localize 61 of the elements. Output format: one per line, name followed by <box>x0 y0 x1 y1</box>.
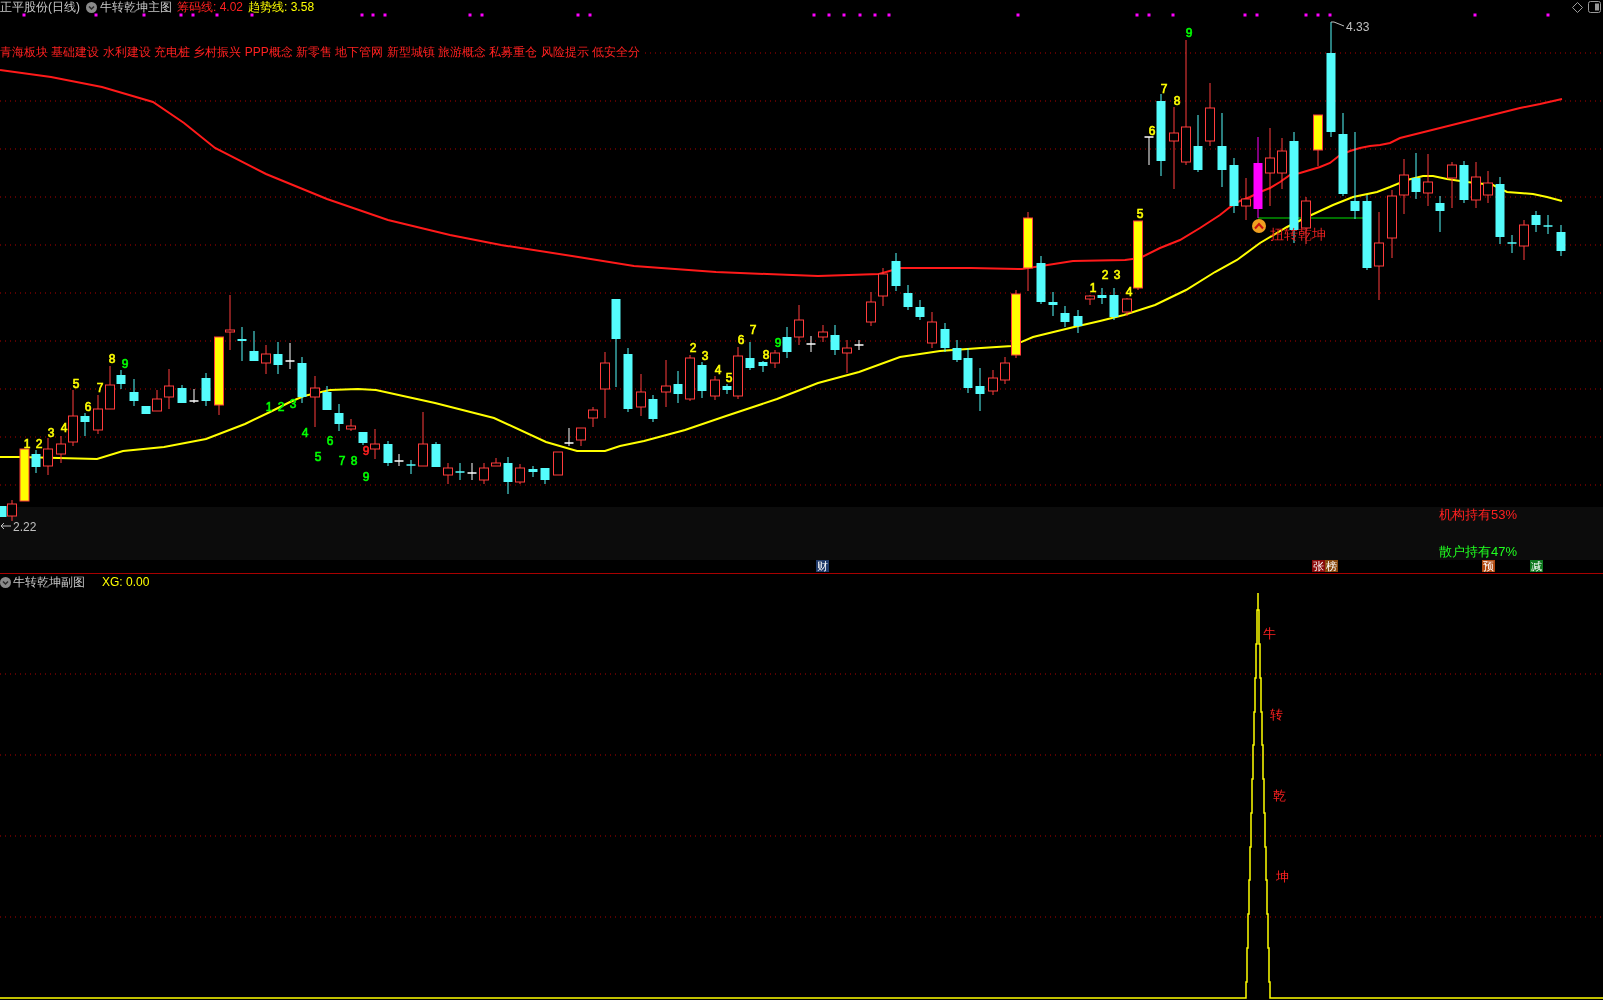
count-label: 3 <box>1113 268 1121 282</box>
count-label: 7 <box>338 454 346 468</box>
count-label: 8 <box>1173 94 1181 108</box>
chevron-down-icon[interactable] <box>0 576 11 588</box>
count-label: 3 <box>701 349 709 363</box>
indicator-reading: 筹码线: 4.02 <box>177 0 244 14</box>
peak-label: 牛 <box>1262 626 1276 641</box>
count-label: 6 <box>1148 124 1156 138</box>
count-label: 2 <box>1101 268 1109 282</box>
count-label: 7 <box>96 381 104 395</box>
count-label: 5 <box>725 371 733 385</box>
count-label: 2 <box>35 437 43 451</box>
indicator-name: 牛转乾坤主图 <box>100 0 172 14</box>
arrow-icon <box>0 522 12 530</box>
count-label: 8 <box>108 352 116 366</box>
count-label: 8 <box>350 454 358 468</box>
count-label: 6 <box>84 400 92 414</box>
peak-label: 转 <box>1269 707 1283 722</box>
chevron-down-icon[interactable] <box>86 1 97 13</box>
marker-badge: 榜 <box>1325 560 1338 572</box>
count-label: 9 <box>362 470 370 484</box>
count-label: 9 <box>121 357 129 371</box>
count-label: 4 <box>714 363 722 377</box>
chevron-up-icon <box>1252 219 1266 233</box>
holding-text: 机构持有53% <box>1438 508 1517 522</box>
leader-line <box>1330 21 1345 27</box>
count-label: 7 <box>749 323 757 337</box>
count-label: 5 <box>314 450 322 464</box>
count-label: 8 <box>762 348 770 362</box>
low-price-label: 2.22 <box>13 520 37 534</box>
count-label: 5 <box>1136 207 1144 221</box>
count-label: 6 <box>326 434 334 448</box>
count-label: 6 <box>737 333 745 347</box>
concept-tags-text: 青海板块 基础建设 水利建设 充电桩 乡村振兴 PPP概念 新零售 地下管网 新型城镇 旅游概念 私募重仓 风险提示 低安全分 <box>0 45 644 59</box>
indicator-reading: 趋势线: 3.58 <box>248 0 315 14</box>
split-panel-icon[interactable] <box>1588 1 1601 13</box>
marker-badge: 减 <box>1530 560 1543 572</box>
count-label: 4 <box>1125 285 1133 299</box>
diamond-icon[interactable] <box>1572 1 1583 13</box>
count-label: 1 <box>1089 281 1097 295</box>
marker-badge: 张 <box>1312 560 1325 572</box>
count-label: 1 <box>265 400 273 414</box>
count-label: 4 <box>301 426 309 440</box>
count-label: 7 <box>1160 82 1168 96</box>
marker-badge: 财 <box>816 560 829 572</box>
count-label: 1 <box>23 437 31 451</box>
count-label: 3 <box>47 426 55 440</box>
count-label: 5 <box>72 377 80 391</box>
high-price-label: 4.33 <box>1346 20 1370 34</box>
marker-badge: 预 <box>1482 560 1495 572</box>
count-label: 9 <box>774 336 782 350</box>
indicator-name: 牛转乾坤副图 <box>13 575 85 589</box>
peak-label: 坤 <box>1275 869 1289 884</box>
count-label: 4 <box>60 421 68 435</box>
count-label: 9 <box>1185 26 1193 40</box>
holding-text: 散户持有47% <box>1438 545 1517 559</box>
count-label: 9 <box>362 444 370 458</box>
stock-title: 正平股份(日线) <box>0 0 80 14</box>
count-label: 2 <box>689 341 697 355</box>
indicator-reading: XG: 0.00 <box>102 575 150 589</box>
peak-label: 乾 <box>1272 788 1286 803</box>
